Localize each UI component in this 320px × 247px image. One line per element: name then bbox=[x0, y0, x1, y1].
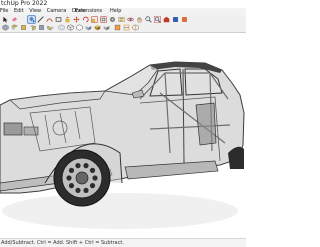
hidden-line-style-icon[interactable] bbox=[76, 23, 83, 31]
back-view-icon[interactable] bbox=[38, 24, 45, 31]
front-wheel bbox=[53, 149, 111, 207]
wireframe-style-icon[interactable] bbox=[67, 23, 74, 31]
section-plane-icon[interactable] bbox=[114, 24, 121, 31]
monochrome-style-icon[interactable] bbox=[103, 24, 110, 31]
main-toolbar bbox=[0, 14, 246, 33]
menu-camera[interactable]: Camera bbox=[47, 8, 67, 15]
arc-tool-icon[interactable] bbox=[46, 16, 53, 23]
rectangle-tool-icon[interactable] bbox=[55, 16, 62, 23]
ground-shadow bbox=[2, 193, 238, 229]
scale-tool-icon[interactable] bbox=[91, 15, 98, 23]
window-title: tchUp Pro 2022 bbox=[1, 0, 48, 7]
rotate-tool-icon[interactable] bbox=[82, 16, 89, 23]
pan-tool-icon[interactable] bbox=[136, 16, 143, 23]
select-tool-icon[interactable] bbox=[2, 16, 9, 23]
grille bbox=[23, 126, 39, 136]
eraser-tool-icon[interactable] bbox=[11, 16, 18, 23]
wheel-hole bbox=[75, 187, 81, 193]
wheel-hole bbox=[75, 163, 81, 169]
shaded-style-icon[interactable] bbox=[85, 24, 92, 31]
zoom-extents-icon[interactable] bbox=[154, 15, 161, 23]
model-viewport[interactable] bbox=[0, 33, 246, 238]
move-tool-icon[interactable] bbox=[73, 15, 80, 23]
front-view-icon[interactable] bbox=[20, 24, 27, 31]
extension-warehouse-icon[interactable] bbox=[172, 16, 179, 23]
toolbar-row-1 bbox=[0, 14, 246, 24]
section-display-icon[interactable] bbox=[123, 24, 130, 31]
menu-extensions[interactable]: Extensions bbox=[75, 8, 102, 15]
status-text: Add/Subtract. Ctrl = Add. Shift + Ctrl =… bbox=[1, 240, 124, 246]
paint-bucket-tool-icon[interactable] bbox=[27, 14, 36, 24]
headlight bbox=[3, 122, 23, 136]
orbit-tool-icon[interactable] bbox=[127, 16, 134, 23]
menu-view[interactable]: View bbox=[29, 8, 41, 15]
car-model-drawing bbox=[0, 61, 245, 229]
offset-tool-icon[interactable] bbox=[100, 15, 107, 23]
window-title-bar: tchUp Pro 2022 bbox=[0, 0, 246, 8]
wheel-hole bbox=[83, 187, 89, 193]
layout-icon[interactable] bbox=[181, 16, 188, 23]
wheel-hole bbox=[68, 167, 75, 173]
textured-style-icon[interactable] bbox=[94, 24, 101, 31]
wheel-hole bbox=[89, 183, 96, 189]
wheel-hole bbox=[92, 175, 98, 181]
push-pull-tool-icon[interactable] bbox=[64, 16, 71, 23]
section-cuts-icon[interactable] bbox=[132, 24, 139, 31]
tape-measure-tool-icon[interactable] bbox=[109, 16, 116, 23]
xray-style-icon[interactable] bbox=[58, 24, 65, 31]
warehouse-icon[interactable] bbox=[163, 16, 170, 23]
wheel-hole bbox=[66, 175, 72, 181]
menu-help[interactable]: Help bbox=[110, 8, 121, 15]
zoom-tool-icon[interactable] bbox=[145, 15, 152, 23]
iso-view-icon[interactable] bbox=[2, 24, 9, 31]
menu-edit[interactable]: Edit bbox=[14, 8, 24, 15]
line-tool-icon[interactable] bbox=[37, 15, 44, 23]
left-view-icon[interactable] bbox=[47, 24, 54, 31]
wheel-hole bbox=[83, 163, 89, 169]
menu-file[interactable]: File bbox=[0, 8, 8, 15]
top-view-icon[interactable] bbox=[11, 24, 18, 31]
right-view-icon[interactable] bbox=[29, 24, 36, 31]
wheel-hole bbox=[68, 183, 75, 189]
menu-bar: File Edit View Camera Draw Extensions He… bbox=[0, 8, 246, 15]
toolbar-row-2 bbox=[0, 23, 246, 31]
text-tool-icon[interactable] bbox=[118, 16, 125, 23]
wheel-hole bbox=[89, 167, 96, 173]
